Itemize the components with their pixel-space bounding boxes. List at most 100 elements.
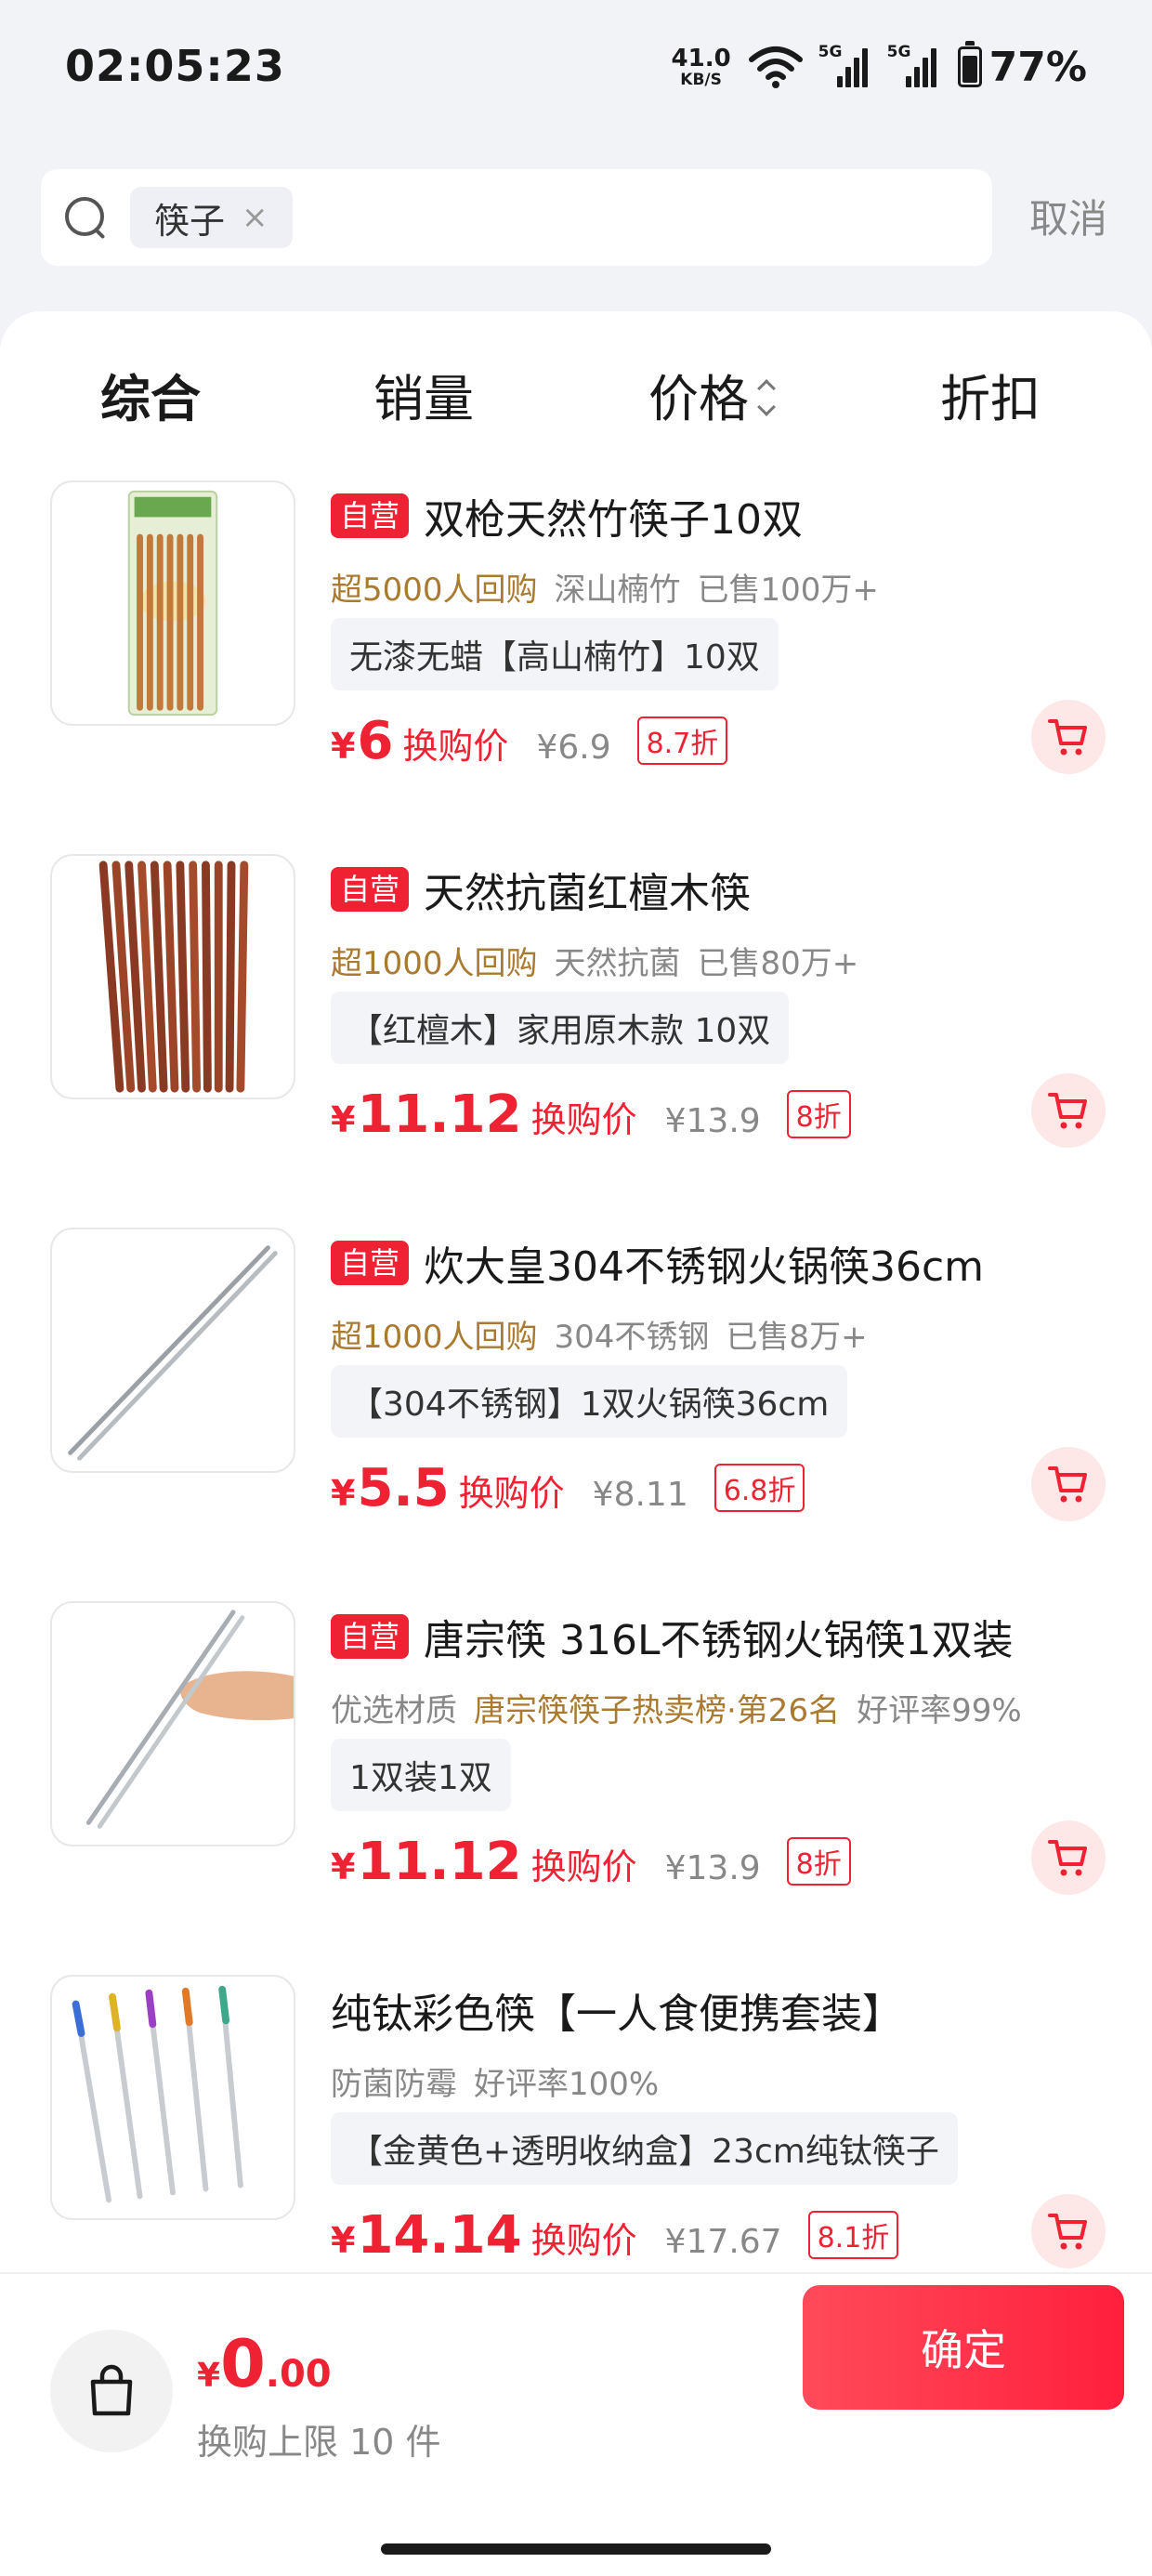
cart-icon	[1048, 1840, 1087, 1876]
exchange-price: ¥11.12	[331, 1832, 522, 1892]
home-indicator[interactable]	[381, 2543, 771, 2555]
product-meta: 优选材质 唐宗筷筷子热卖榜·第26名 好评率99%	[331, 1685, 1022, 1730]
search-bar[interactable]: 筷子 ×	[41, 169, 992, 266]
network-speed-value: 41.0	[671, 44, 731, 72]
product-spec[interactable]: 【红檀木】家用原木款 10双	[331, 992, 790, 1064]
product-spec[interactable]: 无漆无蜡【高山楠竹】10双	[331, 618, 779, 690]
add-to-cart-button[interactable]	[1031, 2194, 1106, 2268]
original-price: ¥13.9	[664, 1849, 761, 1887]
product-title-row: 自营 双枪天然竹筷子10双	[331, 486, 803, 545]
total-currency: ¥	[197, 2357, 221, 2395]
meta-tag: 防菌防霉	[331, 2066, 457, 2103]
product-title: 唐宗筷 316L不锈钢火锅筷1双装	[424, 1617, 1014, 1664]
exchange-limit-text: 换购上限 10 件	[197, 2422, 441, 2463]
product-spec[interactable]: 【金黄色+透明收纳盒】23cm纯钛筷子	[331, 2112, 958, 2185]
tab-label: 价格	[648, 370, 749, 428]
product-meta: 超1000人回购 304不锈钢 已售8万+	[331, 1311, 868, 1357]
total-decimal: .00	[265, 2353, 332, 2396]
status-icons: 41.0 KB/S 5G 5G 77%	[672, 41, 1087, 93]
product-title-row: 自营 唐宗筷 316L不锈钢火锅筷1双装	[331, 1607, 1014, 1666]
product-title: 天然抗菌红檀木筷	[424, 870, 752, 917]
steel-chopsticks-icon[interactable]	[50, 1228, 295, 1473]
cart-icon	[1048, 1466, 1087, 1503]
close-icon[interactable]: ×	[242, 202, 268, 233]
product-title-row: 自营 天然抗菌红檀木筷	[331, 860, 751, 919]
meta-tag: 唐宗筷筷子热卖榜·第26名	[474, 1692, 841, 1729]
product-meta: 超5000人回购 深山楠竹 已售100万+	[331, 564, 879, 610]
red-wood-chopsticks-icon[interactable]	[50, 854, 295, 1099]
bamboo-pack-icon[interactable]	[50, 480, 295, 726]
titanium-color-chopsticks-icon[interactable]	[50, 1975, 295, 2220]
product-item[interactable]: 自营 炊大皇304不锈钢火锅筷36cm 超1000人回购 304不锈钢 已售8万…	[0, 1207, 1152, 1581]
battery-percent: 77%	[988, 43, 1087, 91]
price-row: ¥14.14 换购价 ¥17.67 8.1折	[331, 2205, 899, 2266]
original-price: ¥6.9	[536, 729, 611, 767]
total-integer: 0	[220, 2326, 266, 2402]
cancel-button[interactable]: 取消	[1029, 188, 1107, 244]
product-spec[interactable]: 【304不锈钢】1双火锅筷36cm	[331, 1365, 848, 1438]
app-screen: 02:05:23 41.0 KB/S 5G 5G 77% 筷子 × 取消 综合 …	[0, 0, 1152, 2576]
discount-badge: 6.8折	[713, 1464, 805, 1512]
meta-tag: 304不锈钢	[554, 1319, 710, 1356]
battery-icon	[957, 41, 982, 87]
meta-tag: 好评率100%	[474, 2066, 660, 2103]
discount-badge: 8折	[786, 1090, 851, 1138]
meta-tag: 超5000人回购	[331, 572, 538, 609]
price-row: ¥5.5 换购价 ¥8.11 6.8折	[331, 1458, 805, 1518]
confirm-button[interactable]: 确定	[803, 2285, 1124, 2410]
shopping-bag-button[interactable]	[50, 2330, 173, 2452]
discount-badge: 8折	[786, 1837, 851, 1886]
tab-label: 折扣	[940, 370, 1041, 428]
add-to-cart-button[interactable]	[1031, 1073, 1106, 1148]
self-operated-badge: 自营	[331, 1614, 410, 1659]
add-to-cart-button[interactable]	[1031, 1820, 1106, 1895]
product-meta: 防菌防霉 好评率100%	[331, 2058, 659, 2104]
original-price: ¥13.9	[664, 1102, 761, 1140]
product-title: 纯钛彩色筷【一人食便携套装】	[331, 1991, 903, 2038]
product-meta: 超1000人回购 天然抗菌 已售80万+	[331, 938, 858, 983]
exchange-price: ¥6	[331, 711, 393, 771]
search-icon	[63, 195, 108, 240]
price-row: ¥11.12 换购价 ¥13.9 8折	[331, 1084, 851, 1145]
meta-tag: 天然抗菌	[554, 945, 681, 982]
discount-badge: 8.1折	[807, 2211, 899, 2259]
signal-5g-label-1: 5G	[818, 43, 843, 61]
tab-price[interactable]: 价格	[648, 358, 776, 431]
battery-indicator: 77%	[957, 41, 1087, 91]
cart-icon	[1048, 1093, 1087, 1129]
meta-tag: 深山楠竹	[554, 572, 681, 609]
price-label: 换购价	[530, 1847, 637, 1887]
battery-fill	[962, 55, 977, 83]
product-item[interactable]: 纯钛彩色筷【一人食便携套装】 防菌防霉 好评率100% 【金黄色+透明收纳盒】2…	[0, 1954, 1152, 2320]
product-item[interactable]: 自营 天然抗菌红檀木筷 超1000人回购 天然抗菌 已售80万+ 【红檀木】家用…	[0, 834, 1152, 1207]
self-operated-badge: 自营	[331, 867, 410, 912]
product-spec[interactable]: 1双装1双	[331, 1739, 511, 1811]
exchange-price: ¥14.14	[331, 2205, 522, 2266]
exchange-price: ¥5.5	[331, 1458, 450, 1518]
tab-comprehensive[interactable]: 综合	[100, 358, 201, 431]
meta-tag: 超1000人回购	[331, 945, 538, 982]
status-bar: 02:05:23 41.0 KB/S 5G 5G 77%	[0, 0, 1152, 139]
product-title: 炊大皇304不锈钢火锅筷36cm	[424, 1243, 985, 1291]
meta-tag: 优选材质	[331, 1692, 457, 1729]
tab-sales[interactable]: 销量	[373, 358, 474, 431]
self-operated-badge: 自营	[331, 493, 410, 538]
hand-chopsticks-icon[interactable]	[50, 1601, 295, 1847]
price-label: 换购价	[458, 1473, 565, 1514]
price-value: 6	[357, 711, 394, 771]
add-to-cart-button[interactable]	[1031, 700, 1106, 774]
signal-5g-label-2: 5G	[886, 43, 911, 61]
network-speed: 41.0 KB/S	[672, 46, 731, 88]
add-to-cart-button[interactable]	[1031, 1447, 1106, 1521]
original-price: ¥8.11	[592, 1476, 688, 1514]
meta-tag: 已售8万+	[726, 1319, 868, 1356]
cellular-signal-icon-2: 5G	[886, 43, 941, 87]
product-item[interactable]: 自营 唐宗筷 316L不锈钢火锅筷1双装 优选材质 唐宗筷筷子热卖榜·第26名 …	[0, 1581, 1152, 1954]
cellular-signal-icon-1: 5G	[818, 43, 872, 87]
network-speed-unit: KB/S	[680, 70, 722, 89]
meta-tag: 好评率99%	[857, 1692, 1022, 1729]
product-item[interactable]: 自营 双枪天然竹筷子10双 超5000人回购 深山楠竹 已售100万+ 无漆无蜡…	[0, 460, 1152, 834]
tab-discount[interactable]: 折扣	[940, 358, 1041, 431]
currency-symbol: ¥	[331, 1847, 356, 1887]
search-keyword-chip[interactable]: 筷子 ×	[130, 187, 293, 248]
